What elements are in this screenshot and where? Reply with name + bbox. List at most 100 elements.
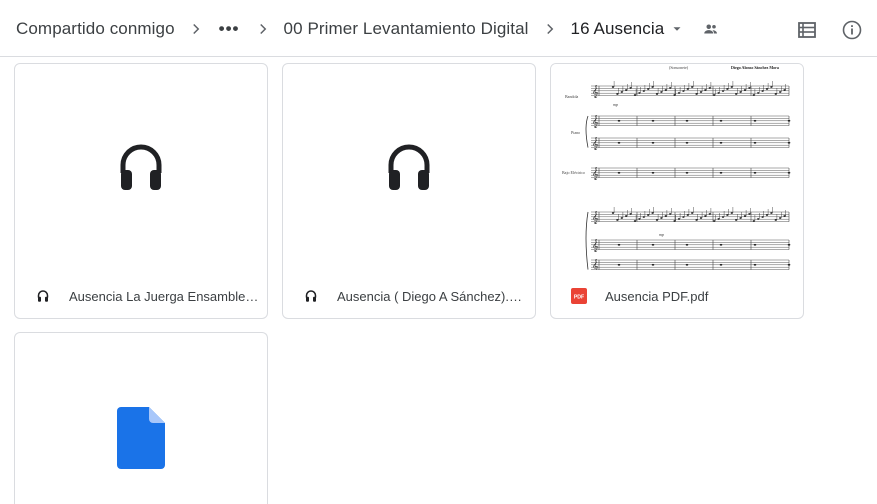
pdf-badge-label: PDF xyxy=(574,295,584,301)
note-head xyxy=(660,217,663,219)
note-head xyxy=(673,220,676,222)
note-head xyxy=(735,93,738,95)
note-head xyxy=(708,87,711,89)
chevron-right-icon xyxy=(254,20,272,38)
note-head xyxy=(704,89,707,91)
clef-symbol: 𝄞 xyxy=(592,137,599,150)
headphones-icon xyxy=(303,288,319,304)
note-head xyxy=(620,217,623,219)
info-icon xyxy=(842,20,862,40)
note-head xyxy=(743,89,747,91)
clef-symbol: 𝄞 xyxy=(592,211,599,224)
note-head xyxy=(629,213,632,215)
file-thumbnail xyxy=(15,64,267,270)
breadcrumb-item-shared-with-me[interactable]: Compartido conmigo xyxy=(16,19,175,39)
note-head xyxy=(669,87,672,89)
note-head xyxy=(647,88,650,90)
note-head xyxy=(753,263,757,266)
note-head xyxy=(664,89,667,91)
note-head xyxy=(761,216,764,218)
chevron-down-icon[interactable] xyxy=(670,22,684,36)
note-head xyxy=(664,215,667,217)
sheet-music-thumbnail: (Sonsonete) Diego Alonso Sánchez Mora Ba… xyxy=(551,64,803,272)
shared-people-icon xyxy=(702,20,720,38)
breadcrumb-item-folder[interactable]: 00 Primer Levantamiento Digital xyxy=(284,19,529,39)
note-head xyxy=(735,219,738,221)
system-brace xyxy=(585,115,589,148)
note-head xyxy=(717,218,720,220)
note-head xyxy=(743,215,747,217)
note-head xyxy=(787,119,791,122)
note-head xyxy=(719,141,723,144)
note-head xyxy=(753,171,757,174)
file-footer: Ausencia ( Diego A Sánchez).mp3 xyxy=(283,276,535,316)
score-dynamic: mp xyxy=(659,232,664,237)
clef-symbol: 𝄞 xyxy=(592,115,599,128)
note-head xyxy=(783,215,786,217)
note-head xyxy=(651,86,654,88)
breadcrumb-item-current-folder[interactable]: 16 Ausencia xyxy=(571,19,665,39)
note-head xyxy=(765,214,769,216)
note-head xyxy=(685,119,689,122)
note-head xyxy=(625,215,628,217)
note-head xyxy=(617,171,621,174)
note-head xyxy=(726,88,729,90)
note-head xyxy=(770,86,773,88)
note-head xyxy=(695,219,698,221)
note-head xyxy=(611,212,615,214)
note-head xyxy=(719,171,723,174)
note-head xyxy=(638,92,641,94)
info-button[interactable] xyxy=(842,20,862,40)
clef-symbol: 𝄞 xyxy=(592,85,599,98)
note-head xyxy=(695,93,698,95)
note-head xyxy=(686,88,689,90)
file-footer: Ausencia La Juerga Ensamble.... xyxy=(15,276,267,316)
note-head xyxy=(757,92,760,94)
file-card[interactable] xyxy=(14,332,268,504)
note-head xyxy=(765,88,769,90)
note-head xyxy=(748,213,751,215)
breadcrumb-more-button[interactable]: ••• xyxy=(217,19,242,39)
note-head xyxy=(787,171,791,174)
list-view-button[interactable] xyxy=(797,20,817,40)
headphones-icon xyxy=(119,143,163,191)
file-card[interactable]: Ausencia La Juerga Ensamble.... xyxy=(14,63,268,319)
note-head xyxy=(638,218,641,220)
pdf-icon: PDF xyxy=(571,288,587,304)
note-head xyxy=(625,89,628,91)
note-head xyxy=(726,214,729,216)
note-head xyxy=(752,94,755,96)
note-head xyxy=(721,216,725,218)
file-footer: PDF Ausencia PDF.pdf xyxy=(551,276,803,316)
file-card[interactable]: (Sonsonete) Diego Alonso Sánchez Mora Ba… xyxy=(550,63,804,319)
clef-symbol: 𝄞 xyxy=(592,167,599,180)
score-part-label: Bandola xyxy=(565,94,579,99)
clef-symbol: 𝄞 xyxy=(592,239,599,252)
note-head xyxy=(633,94,637,96)
note-head xyxy=(677,218,681,220)
note-head xyxy=(719,119,723,122)
note-head xyxy=(616,219,619,221)
score-composer: Diego Alonso Sánchez Mora xyxy=(731,65,779,70)
file-name: Ausencia PDF.pdf xyxy=(605,288,709,304)
note-head xyxy=(682,216,685,218)
note-head xyxy=(753,243,757,246)
chevron-right-icon xyxy=(187,20,205,38)
score-part-label: Bajo Eléctrico xyxy=(562,170,585,175)
note-head xyxy=(730,86,733,88)
note-head xyxy=(686,214,689,216)
note-head xyxy=(611,86,615,88)
note-head xyxy=(730,212,733,214)
headphones-icon xyxy=(387,143,431,191)
note-head xyxy=(647,214,650,216)
list-view-icon xyxy=(798,21,816,39)
note-head xyxy=(761,90,764,92)
note-head xyxy=(673,94,676,96)
note-head xyxy=(651,212,654,214)
note-head xyxy=(717,92,720,94)
note-head xyxy=(691,212,694,214)
clef-symbol: 𝄞 xyxy=(592,259,599,270)
file-card[interactable]: Ausencia ( Diego A Sánchez).mp3 xyxy=(282,63,536,319)
note-head xyxy=(748,87,751,89)
note-head xyxy=(685,243,689,246)
